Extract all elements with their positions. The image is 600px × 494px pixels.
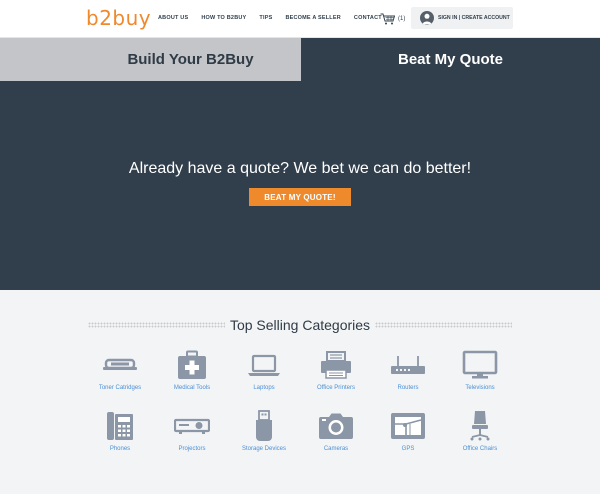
tab-beat-my-quote[interactable]: Beat My Quote — [301, 38, 600, 81]
category-label: Medical Tools — [173, 385, 211, 391]
avatar-icon — [420, 11, 434, 25]
category-label: Cameras — [323, 446, 349, 452]
category-office-chairs[interactable]: Office Chairs — [444, 409, 516, 452]
router-icon — [372, 348, 444, 382]
category-label: Laptops — [253, 385, 275, 391]
nav-tips[interactable]: TIPS — [259, 15, 272, 21]
account-button[interactable]: SIGN IN | CREATE ACCOUNT — [411, 7, 513, 29]
category-office-printers[interactable]: Office Printers — [300, 348, 372, 391]
category-storage-devices[interactable]: Storage Devices — [228, 409, 300, 452]
cart-count: (1) — [398, 16, 406, 22]
category-cameras[interactable]: Cameras — [300, 409, 372, 452]
nav-about-us[interactable]: ABOUT US — [158, 15, 188, 21]
laptop-icon — [228, 348, 300, 382]
category-medical-tools[interactable]: Medical Tools — [156, 348, 228, 391]
category-label: Televisions — [465, 385, 495, 391]
office-chair-icon — [444, 409, 516, 443]
nav-become-seller[interactable]: BECOME A SELLER — [285, 15, 340, 21]
categories-heading-row: Top Selling Categories — [88, 316, 512, 334]
dotted-divider-left — [88, 322, 225, 328]
dotted-divider-right — [375, 322, 512, 328]
category-projectors[interactable]: Projectors — [156, 409, 228, 452]
phone-icon — [84, 409, 156, 443]
category-label: Projectors — [178, 446, 206, 452]
category-televisions[interactable]: Televisions — [444, 348, 516, 391]
category-label: Office Chairs — [462, 446, 498, 452]
main-nav: ABOUT US HOW TO B2BUY TIPS BECOME A SELL… — [158, 15, 382, 21]
logo[interactable]: b2buy — [86, 6, 151, 30]
camera-icon — [300, 409, 372, 443]
printer-icon — [300, 348, 372, 382]
categories-title: Top Selling Categories — [229, 317, 371, 333]
category-laptops[interactable]: Laptops — [228, 348, 300, 391]
category-gps[interactable]: GPS — [372, 409, 444, 452]
category-label: Storage Devices — [241, 446, 287, 452]
nav-how-to[interactable]: HOW TO B2BUY — [201, 15, 246, 21]
account-label: SIGN IN | CREATE ACCOUNT — [438, 15, 510, 21]
cart-button[interactable]: (1) — [380, 11, 410, 27]
hero-section: Already have a quote? We bet we can do b… — [0, 81, 600, 290]
category-label: Office Printers — [317, 385, 355, 391]
projector-icon — [156, 409, 228, 443]
category-label: Phones — [109, 446, 131, 452]
category-label: Toner Catridges — [98, 385, 142, 391]
category-routers[interactable]: Routers — [372, 348, 444, 391]
tab-build-label: Build Your B2Buy — [127, 51, 254, 68]
television-icon — [444, 348, 516, 382]
category-label: GPS — [401, 446, 415, 452]
hero-headline: Already have a quote? We bet we can do b… — [128, 160, 472, 177]
gps-icon — [372, 409, 444, 443]
site-header: b2buy ABOUT US HOW TO B2BUY TIPS BECOME … — [0, 0, 600, 38]
beat-my-quote-button[interactable]: BEAT MY QUOTE! — [249, 188, 351, 206]
tab-build-your-b2buy[interactable]: Build Your B2Buy — [0, 38, 301, 81]
tab-beat-label: Beat My Quote — [397, 51, 503, 68]
nav-contact[interactable]: CONTACT — [354, 15, 382, 21]
category-phones[interactable]: Phones — [84, 409, 156, 452]
cart-icon — [380, 13, 395, 25]
category-toner-catridges[interactable]: Toner Catridges — [84, 348, 156, 391]
medical-kit-icon — [156, 348, 228, 382]
toner-icon — [84, 348, 156, 382]
category-label: Routers — [397, 385, 419, 391]
usb-drive-icon — [228, 409, 300, 443]
